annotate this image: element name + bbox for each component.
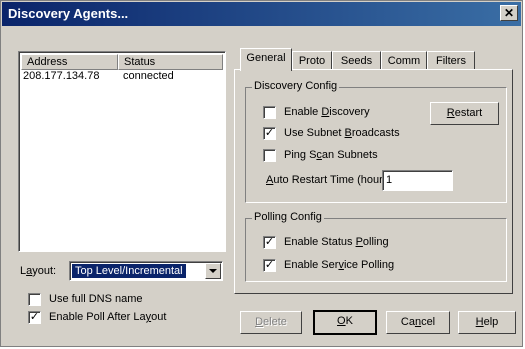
enable-discovery-checkbox[interactable] — [263, 106, 276, 119]
tab-proto[interactable]: Proto — [292, 51, 332, 70]
enable-discovery-label: Enable Discovery — [284, 106, 370, 118]
full-dns-checkbox[interactable] — [28, 293, 41, 306]
layout-label: Layout: — [20, 265, 57, 277]
check-icon: ✓ — [264, 236, 275, 248]
agent-status: connected — [123, 70, 174, 82]
ping-scan-checkbox[interactable] — [263, 149, 276, 162]
discovery-config-title: Discovery Config — [252, 80, 340, 92]
delete-button[interactable]: Delete — [240, 311, 302, 334]
check-icon: ✓ — [264, 127, 275, 139]
column-header-address[interactable]: Address — [21, 54, 118, 70]
agents-list[interactable]: Address Status 208.177.134.78 connected — [18, 51, 226, 252]
column-header-status[interactable]: Status — [118, 54, 223, 70]
title-bar[interactable]: Discovery Agents... ✕ — [2, 2, 521, 26]
layout-select[interactable]: Top Level/Incremental — [69, 261, 223, 281]
window-title: Discovery Agents... — [8, 6, 129, 21]
subnet-broadcasts-checkbox[interactable]: ✓ — [263, 127, 276, 140]
subnet-broadcasts-label: Use Subnet Broadcasts — [284, 127, 400, 139]
tab-seeds[interactable]: Seeds — [332, 51, 381, 70]
chevron-down-icon[interactable] — [205, 263, 221, 279]
poll-after-layout-checkbox[interactable]: ✓ — [28, 311, 41, 324]
layout-selected-value: Top Level/Incremental — [72, 264, 186, 278]
auto-restart-label: Auto Restart Time (hours): — [266, 174, 395, 186]
tab-general[interactable]: General — [240, 48, 292, 71]
tab-comm[interactable]: Comm — [381, 51, 427, 70]
table-row[interactable]: 208.177.134.78 connected — [21, 70, 223, 84]
polling-config-group: Polling Config — [245, 211, 507, 282]
cancel-button[interactable]: Cancel — [386, 311, 450, 334]
restart-button[interactable]: Restart — [430, 102, 499, 125]
ok-button[interactable]: OK — [313, 310, 377, 335]
polling-config-title: Polling Config — [252, 211, 324, 223]
auto-restart-input[interactable]: 1 — [382, 170, 453, 191]
full-dns-label: Use full DNS name — [49, 293, 143, 305]
agent-address: 208.177.134.78 — [23, 70, 100, 82]
status-polling-checkbox[interactable]: ✓ — [263, 236, 276, 249]
service-polling-label: Enable Service Polling — [284, 259, 395, 271]
check-icon: ✓ — [264, 259, 275, 271]
close-button[interactable]: ✕ — [500, 5, 518, 21]
ping-scan-label: Ping Scan Subnets — [284, 149, 378, 161]
tab-filters[interactable]: Filters — [427, 51, 475, 70]
service-polling-checkbox[interactable]: ✓ — [263, 259, 276, 272]
status-polling-label: Enable Status Polling — [284, 236, 389, 248]
check-icon: ✓ — [29, 311, 40, 323]
close-icon: ✕ — [503, 6, 515, 20]
help-button[interactable]: Help — [458, 311, 516, 334]
poll-after-layout-label: Enable Poll After Layout — [49, 311, 167, 323]
